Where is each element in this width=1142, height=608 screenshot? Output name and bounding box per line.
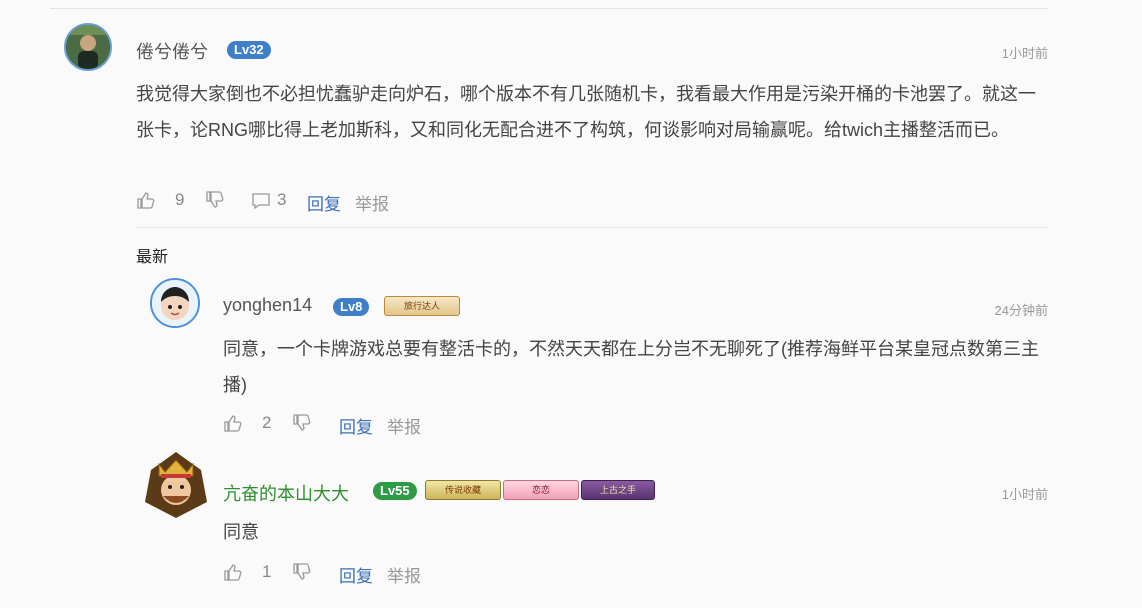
report-button[interactable]: 举报 bbox=[355, 190, 389, 215]
medal-badge: 旅行达人 bbox=[384, 296, 460, 316]
avatar-image bbox=[152, 280, 198, 326]
like-icon[interactable] bbox=[223, 562, 243, 582]
dislike-icon[interactable] bbox=[292, 562, 312, 582]
replies-section-title: 最新 bbox=[136, 249, 169, 266]
reply-button[interactable]: 回复 bbox=[307, 190, 341, 215]
reply-count: 3 bbox=[277, 190, 287, 209]
report-button[interactable]: 举报 bbox=[387, 562, 421, 587]
comment-bubble-icon[interactable] bbox=[251, 191, 271, 211]
like-icon[interactable] bbox=[136, 190, 156, 210]
reply-button[interactable]: 回复 bbox=[339, 413, 373, 438]
level-badge: Lv8 bbox=[333, 298, 370, 316]
crown-avatar-icon bbox=[145, 452, 207, 518]
top-divider bbox=[50, 8, 1048, 9]
reply-button[interactable]: 回复 bbox=[339, 562, 373, 587]
medal-badge: 恋恋 bbox=[503, 480, 579, 500]
reply-author[interactable]: 亢奋的本山大大 bbox=[223, 480, 349, 506]
comment-author[interactable]: 倦兮倦兮 bbox=[136, 38, 208, 64]
like-count: 1 bbox=[262, 562, 272, 581]
reply-text: 同意 bbox=[223, 522, 259, 542]
avatar-image bbox=[66, 25, 110, 69]
replies-divider bbox=[136, 227, 1048, 228]
like-count: 2 bbox=[262, 413, 272, 432]
reply-time: 24分钟前 bbox=[994, 303, 1048, 318]
level-badge: Lv55 bbox=[373, 482, 417, 500]
avatar[interactable] bbox=[64, 23, 112, 71]
like-icon[interactable] bbox=[223, 413, 243, 433]
comment-time: 1小时前 bbox=[1001, 46, 1048, 61]
dislike-icon[interactable] bbox=[205, 190, 225, 210]
level-badge: Lv32 bbox=[227, 41, 271, 59]
avatar[interactable] bbox=[141, 450, 211, 520]
like-count: 9 bbox=[175, 190, 185, 209]
report-button[interactable]: 举报 bbox=[387, 413, 421, 438]
medal-badge: 传说收藏 bbox=[425, 480, 501, 500]
reply-author[interactable]: yonghen14 bbox=[223, 295, 312, 316]
reply-time: 1小时前 bbox=[1001, 487, 1048, 502]
reply-text: 同意，一个卡牌游戏总要有整活卡的，不然天天都在上分岂不无聊死了(推荐海鲜平台某皇… bbox=[223, 339, 1039, 395]
dislike-icon[interactable] bbox=[292, 413, 312, 433]
avatar[interactable] bbox=[150, 278, 200, 328]
medal-badge: 上古之手 bbox=[581, 480, 655, 500]
comment-text: 我觉得大家倒也不必担忧蠢驴走向炉石，哪个版本不有几张随机卡，我看最大作用是污染开… bbox=[136, 84, 1036, 140]
